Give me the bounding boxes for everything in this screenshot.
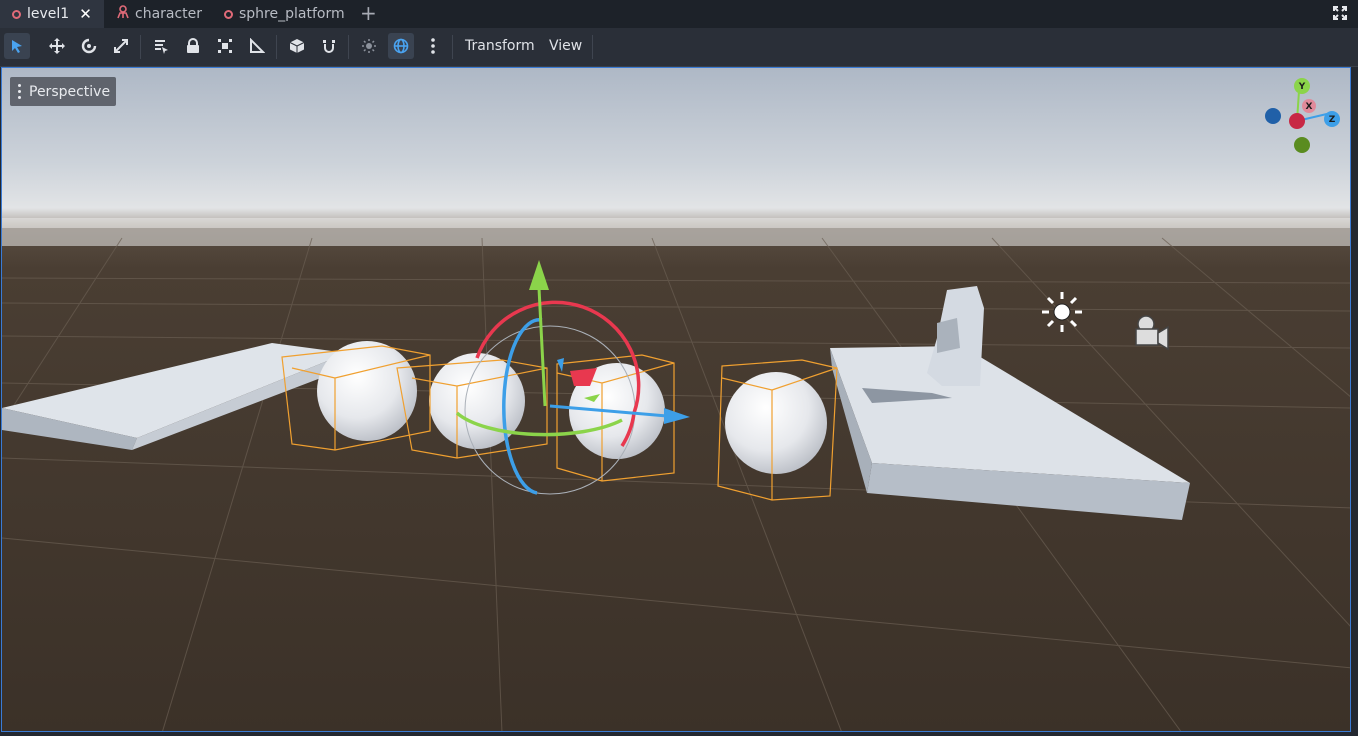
fullscreen-icon[interactable] [1332, 5, 1348, 25]
tab-level1[interactable]: level1 ✕ [0, 0, 104, 28]
perspective-menu-button[interactable]: Perspective [10, 77, 117, 106]
scene-icon [12, 9, 21, 19]
kebab-icon [18, 84, 21, 99]
rotate-icon[interactable] [76, 33, 102, 59]
tab-character[interactable]: character [116, 0, 202, 28]
z-axis-label: Z [1329, 115, 1336, 125]
tab-sphre-platform[interactable]: sphre_platform [224, 0, 345, 28]
3d-viewport[interactable]: Y X Z Perspective [1, 67, 1351, 732]
scene-render: Y X Z [2, 68, 1350, 731]
lock-icon[interactable] [180, 33, 206, 59]
close-icon[interactable]: ✕ [79, 5, 92, 23]
character-icon [116, 5, 130, 23]
local-space-icon[interactable] [284, 33, 310, 59]
list-select-icon[interactable] [148, 33, 174, 59]
environment-toggle-icon[interactable] [388, 33, 414, 59]
tab-label: sphre_platform [239, 6, 345, 22]
view-menu[interactable]: View [549, 38, 582, 54]
scene-icon [224, 9, 233, 19]
move-icon[interactable] [44, 33, 70, 59]
y-axis-label: Y [1298, 82, 1306, 92]
sphere-4 [725, 372, 827, 474]
scale-icon[interactable] [108, 33, 134, 59]
light-icon [1042, 292, 1082, 332]
perspective-label: Perspective [29, 83, 111, 100]
viewport-toolbar: Transform View [0, 28, 1358, 67]
snap-icon[interactable] [316, 33, 342, 59]
tab-label: character [135, 6, 203, 22]
x-axis-label: X [1306, 102, 1313, 112]
sphere-1 [317, 341, 417, 441]
tab-label: level1 [27, 6, 70, 22]
transform-menu[interactable]: Transform [465, 38, 535, 54]
group-icon[interactable] [212, 33, 238, 59]
scene-tab-bar: level1 ✕ character sphre_platform + [0, 0, 1358, 28]
ruler-icon[interactable] [244, 33, 270, 59]
select-icon[interactable] [4, 33, 30, 59]
more-icon[interactable] [420, 33, 446, 59]
sun-toggle-icon[interactable] [356, 33, 382, 59]
add-tab-icon[interactable]: + [360, 3, 377, 23]
